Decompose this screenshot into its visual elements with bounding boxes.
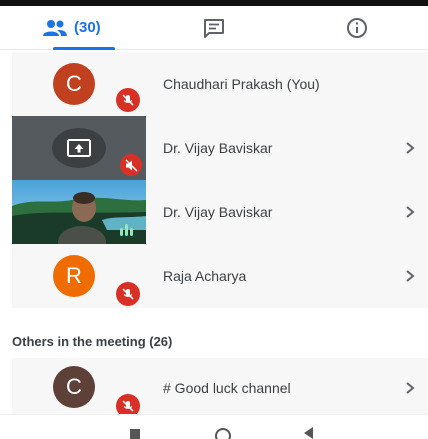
avatar: C [53, 366, 95, 408]
tab-bar: (30) [0, 6, 428, 50]
participant-name: Raja Acharya [163, 268, 247, 284]
participant-name: # Good luck channel [163, 380, 291, 396]
system-nav-bar [0, 414, 428, 439]
chevron-right-icon [406, 142, 415, 154]
participant-row[interactable]: Dr. Vijay Baviskar [12, 116, 428, 180]
chevron-right-icon [406, 206, 415, 218]
tab-people[interactable]: (30) [0, 6, 143, 50]
back-button[interactable] [304, 427, 313, 439]
info-icon [346, 17, 367, 38]
mic-off-icon [116, 394, 140, 414]
presentation-tile [12, 116, 146, 180]
camera-feed-tile [12, 180, 146, 244]
volume-off-icon [120, 154, 142, 176]
participant-row[interactable]: C # Good luck channel [12, 358, 428, 414]
chevron-right-icon [406, 382, 415, 394]
participant-row[interactable]: R Raja Acharya [12, 244, 428, 308]
recents-button[interactable] [130, 429, 140, 439]
active-tab-indicator [53, 47, 115, 50]
avatar: R [53, 255, 95, 297]
participant-row[interactable]: Dr. Vijay Baviskar [12, 180, 428, 244]
participant-name: Chaudhari Prakash (You) [163, 76, 320, 92]
present-screen-icon [52, 128, 106, 168]
participant-count: (30) [73, 19, 101, 36]
speaking-indicator [120, 224, 133, 236]
mic-off-icon [116, 282, 140, 306]
participant-thumbnail: C [12, 358, 146, 414]
chevron-right-icon [406, 270, 415, 282]
participant-name: Dr. Vijay Baviskar [163, 204, 273, 220]
mic-off-icon [116, 88, 140, 112]
participant-thumbnail: R [12, 244, 146, 308]
tab-chat[interactable] [143, 6, 286, 49]
chat-icon [204, 18, 224, 38]
others-section-title: Others in the meeting (26) [12, 334, 173, 349]
tab-info[interactable] [285, 6, 428, 49]
participant-row[interactable]: C Chaudhari Prakash (You) [12, 52, 428, 116]
participant-name: Dr. Vijay Baviskar [163, 140, 273, 156]
participant-thumbnail: C [12, 52, 146, 116]
avatar: C [53, 63, 95, 105]
people-icon [42, 19, 67, 36]
home-button[interactable] [215, 428, 231, 439]
